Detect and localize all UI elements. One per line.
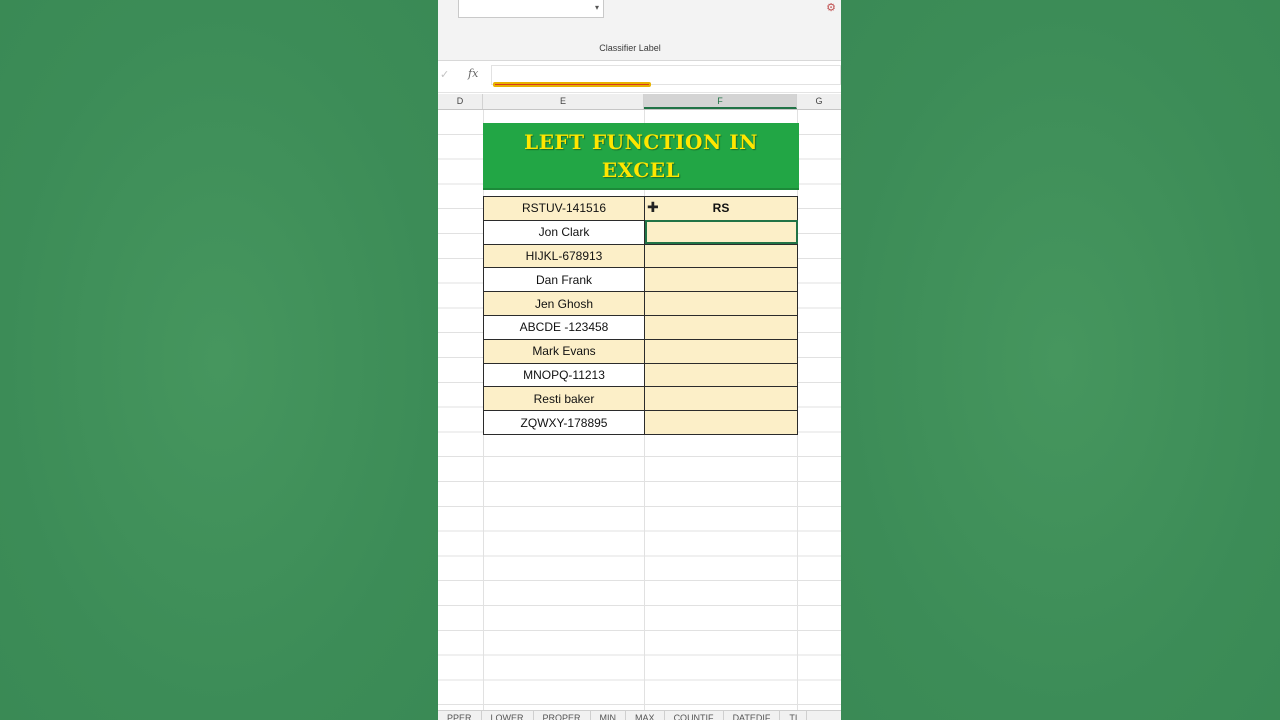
cell-e[interactable]: Jen Ghosh: [483, 291, 645, 316]
sheet-tab-max[interactable]: MAX: [626, 711, 665, 720]
cell-f[interactable]: [644, 362, 798, 388]
cell-f[interactable]: [644, 338, 798, 364]
cell-f[interactable]: [644, 386, 798, 412]
cell-e[interactable]: Resti baker: [483, 386, 645, 412]
column-header-g[interactable]: G: [797, 94, 841, 109]
page-title: LEFT FUNCTION IN EXCEL: [524, 129, 758, 182]
ribbon-dropdown[interactable]: ▾: [458, 0, 604, 18]
table-row: ABCDE -123458: [483, 314, 798, 340]
cell-e[interactable]: ZQWXY-178895: [483, 410, 645, 435]
sheet-tabs: PPER LOWER PROPER MIN MAX COUNTIF DATEDIF TI: [438, 710, 841, 720]
cell-cursor-icon: ✚: [647, 199, 659, 215]
table-row: Mark Evans: [483, 338, 798, 364]
classifier-label: Classifier Label: [599, 43, 661, 53]
cell-e[interactable]: RSTUV-141516: [483, 196, 645, 221]
chevron-down-icon: ▾: [594, 3, 599, 12]
title-banner[interactable]: LEFT FUNCTION IN EXCEL: [483, 123, 799, 190]
cell-e[interactable]: Mark Evans: [483, 338, 645, 364]
cell-e[interactable]: ABCDE -123458: [483, 314, 645, 340]
sheet-tab-ti[interactable]: TI: [780, 711, 808, 720]
sheet-tab-min[interactable]: MIN: [591, 711, 627, 720]
table-row: ZQWXY-178895: [483, 410, 798, 435]
column-header-e[interactable]: E: [483, 94, 644, 109]
table-row: RSTUV-141516 RS: [483, 196, 798, 221]
table-row: MNOPQ-11213: [483, 362, 798, 388]
ribbon: ▾ ⚙ Classifier Label: [438, 0, 841, 61]
cell-e[interactable]: Jon Clark: [483, 219, 645, 245]
cell-f[interactable]: RS: [644, 196, 798, 221]
sheet-tab-datedif[interactable]: DATEDIF: [724, 711, 781, 720]
cell-e[interactable]: MNOPQ-11213: [483, 362, 645, 388]
column-header-d[interactable]: D: [438, 94, 483, 109]
table-row: Jon Clark: [483, 219, 798, 245]
table-row: Resti baker: [483, 386, 798, 412]
column-headers: D E F G: [438, 94, 841, 110]
cell-f[interactable]: [644, 291, 798, 316]
cell-e[interactable]: Dan Frank: [483, 267, 645, 293]
excel-window: ▾ ⚙ Classifier Label ✓ fx D E F G LEFT F…: [438, 0, 841, 720]
sheet-tab-proper[interactable]: PROPER: [534, 711, 591, 720]
sheet-tab-countif[interactable]: COUNTIF: [665, 711, 724, 720]
sheet-tab-lower[interactable]: LOWER: [482, 711, 534, 720]
active-cell-f[interactable]: [644, 219, 798, 245]
table-row: Jen Ghosh: [483, 291, 798, 316]
background-right: [841, 0, 1280, 720]
insert-function-button[interactable]: fx: [468, 67, 478, 80]
table-row: Dan Frank: [483, 267, 798, 293]
cell-f[interactable]: [644, 410, 798, 435]
cell-f[interactable]: [644, 314, 798, 340]
data-table: RSTUV-141516 RS Jon Clark HIJKL-678913 D…: [483, 196, 798, 435]
sensitivity-icon[interactable]: ⚙: [821, 0, 841, 16]
column-header-f[interactable]: F: [644, 94, 797, 109]
sheet-tab-pper[interactable]: PPER: [438, 711, 482, 720]
formula-highlight-underline: [493, 82, 651, 87]
background-left: [0, 0, 438, 720]
table-row: HIJKL-678913: [483, 243, 798, 269]
formula-bar: ✓ fx: [438, 61, 841, 93]
cell-f[interactable]: [644, 267, 798, 293]
cell-e[interactable]: HIJKL-678913: [483, 243, 645, 269]
enter-check-icon[interactable]: ✓: [440, 68, 449, 81]
cell-f[interactable]: [644, 243, 798, 269]
